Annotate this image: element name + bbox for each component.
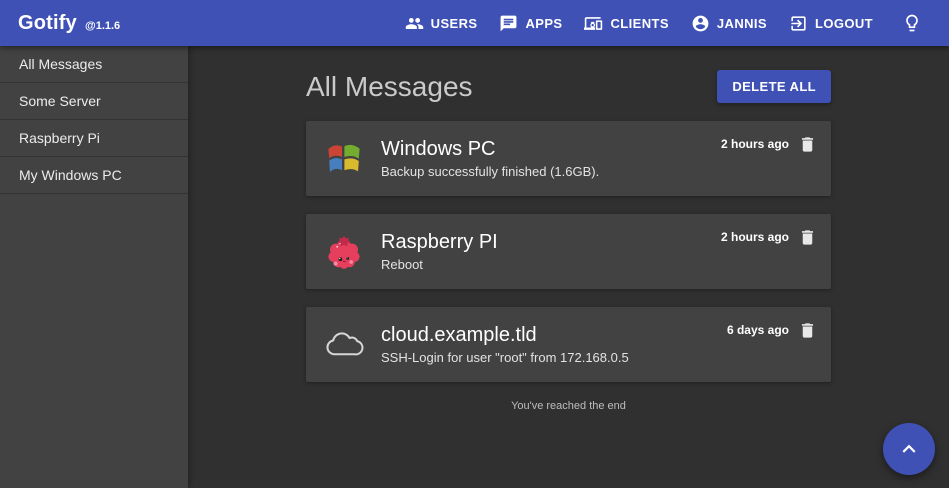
message-card: Raspberry PI Reboot 2 hours ago — [306, 214, 831, 289]
nav-logout-button[interactable]: LOGOUT — [781, 8, 881, 39]
logout-icon — [789, 14, 808, 33]
message-timestamp: 2 hours ago — [721, 228, 789, 247]
content-header: All Messages DELETE ALL — [306, 70, 831, 103]
sidebar-item-some-server[interactable]: Some Server — [0, 83, 188, 120]
message-title: Raspberry PI — [381, 230, 721, 254]
message-title: cloud.example.tld — [381, 323, 727, 347]
chevron-up-icon — [896, 436, 922, 462]
message-card: Windows PC Backup successfully finished … — [306, 121, 831, 196]
message-meta: 2 hours ago — [721, 228, 817, 247]
app-bar-nav: USERS APPS CLIENTS JANNIS LOGOUT — [397, 8, 927, 39]
message-title: Windows PC — [381, 137, 721, 161]
nav-apps-label: APPS — [525, 16, 562, 31]
trash-icon — [798, 135, 817, 154]
nav-users-label: USERS — [431, 16, 478, 31]
message-text: Raspberry PI Reboot — [381, 230, 721, 273]
sidebar-item-label: Raspberry Pi — [19, 130, 100, 146]
devices-icon — [584, 14, 603, 33]
app-version: @1.1.6 — [85, 20, 120, 32]
sidebar-item-label: All Messages — [19, 56, 102, 72]
brand: Gotify @1.1.6 — [18, 12, 120, 35]
delete-message-button[interactable] — [798, 228, 817, 247]
message-card: cloud.example.tld SSH-Login for user "ro… — [306, 307, 831, 382]
delete-message-button[interactable] — [798, 135, 817, 154]
page-shell: All Messages Some Server Raspberry Pi My… — [0, 46, 949, 488]
windows-logo-icon — [324, 137, 364, 181]
trash-icon — [798, 228, 817, 247]
nav-clients-button[interactable]: CLIENTS — [576, 8, 676, 39]
nav-user-account-button[interactable]: JANNIS — [683, 8, 775, 39]
messages-content: All Messages DELETE ALL Wind — [306, 46, 831, 412]
app-bar: Gotify @1.1.6 USERS APPS CLIENTS JANNIS — [0, 0, 949, 46]
raspberry-icon — [324, 230, 364, 274]
app-title: Gotify — [18, 12, 77, 35]
message-meta: 2 hours ago — [721, 135, 817, 154]
scroll-to-top-button[interactable] — [883, 423, 935, 475]
sidebar-item-label: My Windows PC — [19, 167, 122, 183]
main-area: All Messages DELETE ALL Wind — [188, 46, 949, 488]
users-icon — [405, 14, 424, 33]
sidebar-item-all-messages[interactable]: All Messages — [0, 46, 188, 83]
account-circle-icon — [691, 14, 710, 33]
sidebar: All Messages Some Server Raspberry Pi My… — [0, 46, 188, 488]
sidebar-item-label: Some Server — [19, 93, 101, 109]
nav-logout-label: LOGOUT — [815, 16, 873, 31]
trash-icon — [798, 321, 817, 340]
page-title: All Messages — [306, 71, 473, 103]
messages-list: Windows PC Backup successfully finished … — [306, 121, 831, 382]
message-text: Windows PC Backup successfully finished … — [381, 137, 721, 180]
message-meta: 6 days ago — [727, 321, 817, 340]
nav-users-button[interactable]: USERS — [397, 8, 486, 39]
nav-clients-label: CLIENTS — [610, 16, 668, 31]
message-body: Reboot — [381, 257, 721, 273]
chat-bubble-icon — [499, 14, 518, 33]
theme-toggle-button[interactable] — [897, 8, 927, 38]
message-text: cloud.example.tld SSH-Login for user "ro… — [381, 323, 727, 366]
message-timestamp: 2 hours ago — [721, 135, 789, 154]
cloud-icon — [324, 323, 364, 367]
nav-username-label: JANNIS — [717, 16, 767, 31]
message-timestamp: 6 days ago — [727, 321, 789, 340]
delete-message-button[interactable] — [798, 321, 817, 340]
sidebar-item-raspberry-pi[interactable]: Raspberry Pi — [0, 120, 188, 157]
nav-apps-button[interactable]: APPS — [491, 8, 570, 39]
lightbulb-icon — [902, 13, 922, 33]
message-body: SSH-Login for user "root" from 172.168.0… — [381, 350, 727, 366]
end-of-list-text: You've reached the end — [306, 400, 831, 412]
delete-all-button[interactable]: DELETE ALL — [717, 70, 831, 103]
message-body: Backup successfully finished (1.6GB). — [381, 164, 721, 180]
sidebar-item-my-windows-pc[interactable]: My Windows PC — [0, 157, 188, 194]
